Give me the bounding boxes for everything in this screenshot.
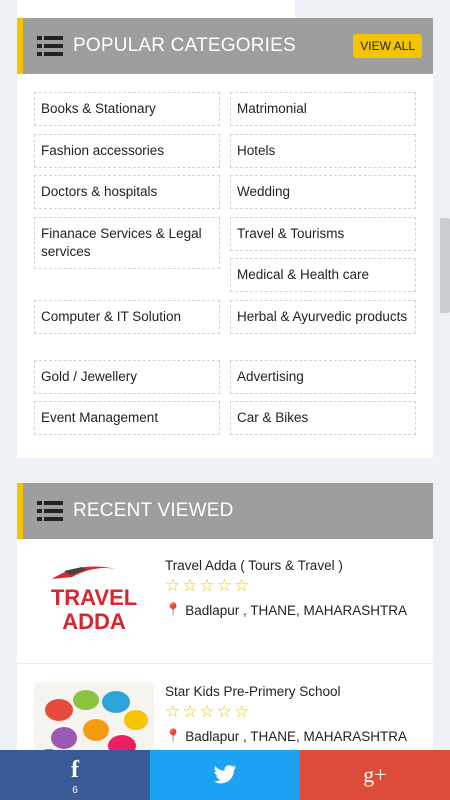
popular-categories-title: POPULAR CATEGORIES bbox=[73, 35, 296, 56]
recent-viewed-panel: RECENT VIEWED TRAVEL ADDA Travel Adda ( … bbox=[17, 483, 433, 766]
category-herbal-ayurvedic[interactable]: Herbal & Ayurvedic products bbox=[230, 300, 416, 334]
category-event-management[interactable]: Event Management bbox=[34, 401, 220, 435]
category-finance-legal[interactable]: Finanace Services & Legal services bbox=[34, 217, 220, 269]
logo-text-line2: ADDA bbox=[62, 609, 126, 634]
map-pin-icon: 📍 bbox=[165, 602, 182, 617]
facebook-icon: f bbox=[71, 756, 79, 783]
travel-adda-logo[interactable]: TRAVEL ADDA bbox=[34, 557, 154, 641]
popular-categories-panel: POPULAR CATEGORIES VIEW ALL Books & Stat… bbox=[17, 18, 433, 458]
share-bar: f 6 g+ bbox=[0, 750, 450, 800]
facebook-share-button[interactable]: f 6 bbox=[0, 750, 150, 800]
facebook-share-count: 6 bbox=[72, 785, 78, 796]
page-background bbox=[295, 0, 433, 18]
twitter-share-button[interactable] bbox=[150, 750, 300, 800]
category-travel-tourisms[interactable]: Travel & Tourisms bbox=[230, 217, 416, 251]
view-all-button[interactable]: VIEW ALL bbox=[353, 34, 422, 58]
scrollbar-thumb[interactable] bbox=[440, 218, 450, 313]
category-matrimonial[interactable]: Matrimonial bbox=[230, 92, 416, 126]
category-advertising[interactable]: Advertising bbox=[230, 360, 416, 394]
logo-text-line1: TRAVEL bbox=[51, 585, 137, 610]
recent-item-star-kids[interactable]: Star Kids Pre-Primery School ☆☆☆☆☆ 📍 Bad… bbox=[17, 663, 433, 766]
recent-viewed-header: RECENT VIEWED bbox=[17, 483, 433, 539]
category-computer-it[interactable]: Computer & IT Solution bbox=[34, 300, 220, 334]
previous-card-bottom bbox=[17, 0, 295, 18]
recent-viewed-title: RECENT VIEWED bbox=[73, 500, 234, 521]
twitter-bird-icon bbox=[213, 765, 237, 784]
popular-categories-header: POPULAR CATEGORIES VIEW ALL bbox=[17, 18, 433, 74]
recent-item-title[interactable]: Travel Adda ( Tours & Travel ) bbox=[165, 558, 343, 573]
googleplus-icon: g+ bbox=[363, 762, 387, 787]
recent-item-title[interactable]: Star Kids Pre-Primery School bbox=[165, 684, 341, 699]
category-medical-health[interactable]: Medical & Health care bbox=[230, 258, 416, 292]
recent-item-location: 📍 Badlapur , THANE, MAHARASHTRA bbox=[165, 728, 407, 744]
location-text: Badlapur , THANE, MAHARASHTRA bbox=[185, 602, 408, 618]
rating-stars[interactable]: ☆☆☆☆☆ bbox=[165, 576, 251, 596]
category-gold-jewellery[interactable]: Gold / Jewellery bbox=[34, 360, 220, 394]
recent-item-travel-adda[interactable]: TRAVEL ADDA Travel Adda ( Tours & Travel… bbox=[17, 539, 433, 663]
list-icon bbox=[37, 36, 63, 56]
category-hotels[interactable]: Hotels bbox=[230, 134, 416, 168]
location-text: Badlapur , THANE, MAHARASHTRA bbox=[185, 728, 408, 744]
recent-item-location: 📍 Badlapur , THANE, MAHARASHTRA bbox=[165, 602, 407, 618]
map-pin-icon: 📍 bbox=[165, 728, 182, 743]
list-icon bbox=[37, 501, 63, 521]
category-books-stationary[interactable]: Books & Stationary bbox=[34, 92, 220, 126]
category-fashion-accessories[interactable]: Fashion accessories bbox=[34, 134, 220, 168]
category-car-bikes[interactable]: Car & Bikes bbox=[230, 401, 416, 435]
rating-stars[interactable]: ☆☆☆☆☆ bbox=[165, 702, 251, 722]
googleplus-share-button[interactable]: g+ bbox=[300, 750, 450, 800]
category-doctors-hospitals[interactable]: Doctors & hospitals bbox=[34, 175, 220, 209]
category-wedding[interactable]: Wedding bbox=[230, 175, 416, 209]
